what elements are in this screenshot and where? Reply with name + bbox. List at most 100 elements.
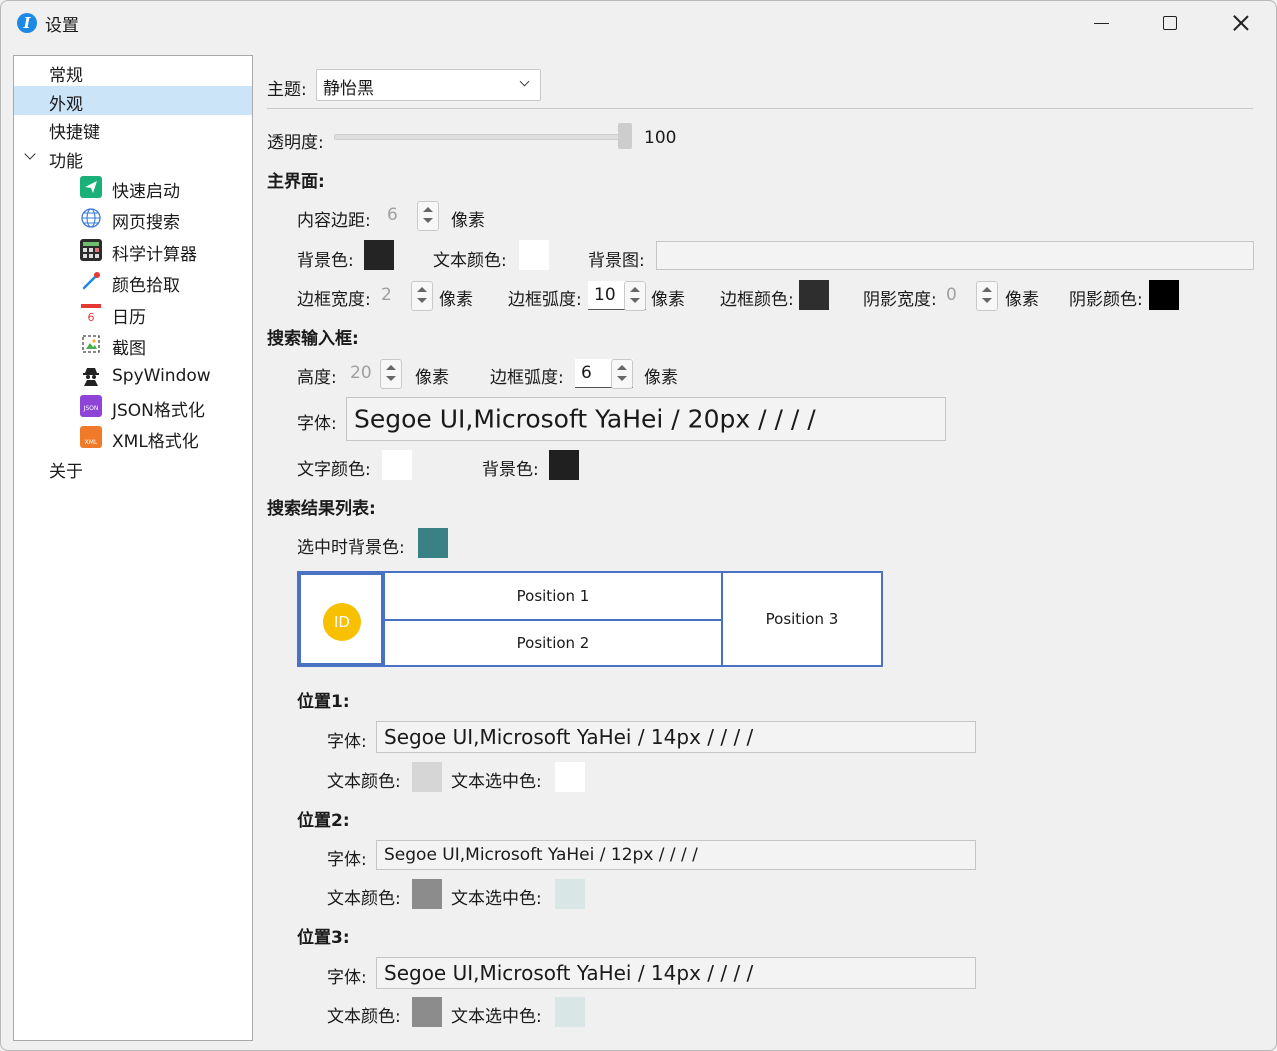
nav-item-calculator[interactable]: 科学计算器: [14, 236, 252, 265]
search-box-heading: 搜索输入框:: [267, 329, 359, 349]
chevron-down-icon[interactable]: [24, 148, 36, 160]
spin-buttons[interactable]: [611, 359, 633, 389]
nav-item-shortcuts[interactable]: 快捷键: [14, 114, 252, 143]
padding-label: 内容边距:: [297, 211, 371, 231]
position3-text-color-label: 文本颜色:: [327, 1007, 401, 1027]
opacity-slider-thumb[interactable]: [618, 123, 632, 149]
border-color-swatch[interactable]: [799, 280, 829, 310]
spin-buttons[interactable]: [624, 281, 646, 311]
spin-up-icon[interactable]: [417, 287, 427, 292]
selected-bg-swatch[interactable]: [418, 528, 448, 558]
preview-id-badge: ID: [323, 603, 361, 641]
nav-item-calendar[interactable]: 6 日历: [14, 299, 252, 328]
position2-font-value: Segoe UI,Microsoft YaHei / 12px / / / /: [384, 845, 698, 865]
minimize-button[interactable]: [1066, 1, 1136, 45]
nav-item-label: 外观: [49, 95, 83, 115]
search-radius-spinbox[interactable]: 6: [575, 359, 633, 389]
position1-heading: 位置1:: [297, 692, 350, 712]
position1-text-color-swatch[interactable]: [412, 762, 442, 792]
app-logo-icon: I: [17, 13, 37, 33]
position2-font-field[interactable]: Segoe UI,Microsoft YaHei / 12px / / / /: [376, 840, 976, 870]
theme-select[interactable]: 静怡黑: [316, 69, 541, 101]
main-bg-color-swatch[interactable]: [364, 240, 394, 270]
border-radius-unit: 像素: [651, 290, 685, 310]
spin-down-icon[interactable]: [982, 298, 992, 303]
nav-item-label: 关于: [49, 462, 83, 482]
minimize-icon: [1094, 23, 1109, 24]
spin-down-icon[interactable]: [423, 218, 433, 223]
border-width-spinbox[interactable]: 2: [375, 281, 433, 311]
nav-item-label: 截图: [112, 339, 146, 359]
search-radius-label: 边框弧度:: [490, 368, 564, 388]
border-color-label: 边框颜色:: [720, 290, 794, 310]
nav-item-about[interactable]: 关于: [14, 453, 252, 482]
border-radius-spinbox[interactable]: 10: [588, 281, 646, 311]
nav-item-quick-launch[interactable]: 快速启动: [14, 173, 252, 202]
nav-item-json-formatter[interactable]: JSON JSON格式化: [14, 392, 252, 421]
spin-up-icon[interactable]: [617, 365, 627, 370]
nav-item-general[interactable]: 常规: [14, 57, 252, 86]
maximize-button[interactable]: [1135, 1, 1205, 45]
search-text-color-label: 文字颜色:: [297, 460, 371, 480]
spin-down-icon[interactable]: [630, 298, 640, 303]
spin-up-icon[interactable]: [630, 287, 640, 292]
nav-item-spywindow[interactable]: SpyWindow: [14, 362, 252, 391]
main-text-color-swatch[interactable]: [519, 240, 549, 270]
spin-down-icon[interactable]: [386, 376, 396, 381]
nav-item-color-picker[interactable]: 颜色拾取: [14, 267, 252, 296]
position1-font-field[interactable]: Segoe UI,Microsoft YaHei / 14px / / / /: [376, 721, 976, 753]
close-button[interactable]: [1205, 1, 1275, 45]
maximize-icon: [1163, 16, 1177, 30]
spin-up-icon[interactable]: [982, 287, 992, 292]
spin-up-icon[interactable]: [386, 365, 396, 370]
border-width-label: 边框宽度:: [297, 290, 371, 310]
nav-item-label: 常规: [49, 66, 83, 86]
preview-position1-cell[interactable]: Position 1: [383, 571, 723, 621]
settings-nav-tree: 常规 外观 快捷键 功能 快速启动 网页搜索 科学计算器 颜色拾取 6 日历 截…: [13, 55, 253, 1041]
position1-text-color-label: 文本颜色:: [327, 772, 401, 792]
spin-buttons[interactable]: [411, 281, 433, 311]
preview-id-cell[interactable]: ID: [297, 571, 385, 667]
window-title: 设置: [45, 16, 79, 36]
nav-item-web-search[interactable]: 网页搜索: [14, 204, 252, 233]
search-height-value: 20: [350, 363, 372, 383]
position2-font-label: 字体:: [327, 850, 367, 870]
spin-down-icon[interactable]: [617, 376, 627, 381]
spy-icon: [80, 365, 102, 387]
nav-item-appearance[interactable]: 外观: [14, 86, 252, 115]
preview-position2-cell[interactable]: Position 2: [383, 619, 723, 667]
bg-image-input[interactable]: [656, 241, 1254, 270]
shadow-color-swatch[interactable]: [1149, 280, 1179, 310]
position3-font-field[interactable]: Segoe UI,Microsoft YaHei / 14px / / / /: [376, 957, 976, 989]
nav-item-xml-formatter[interactable]: XML XML格式化: [14, 423, 252, 452]
opacity-slider-track[interactable]: [334, 134, 632, 140]
preview-position3-cell[interactable]: Position 3: [721, 571, 883, 667]
search-font-field[interactable]: Segoe UI,Microsoft YaHei / 20px / / / /: [346, 397, 946, 441]
nav-item-label: 科学计算器: [112, 245, 197, 265]
search-height-spinbox[interactable]: 20: [344, 359, 402, 389]
spin-buttons[interactable]: [380, 359, 402, 389]
position3-selected-color-label: 文本选中色:: [451, 1007, 542, 1027]
paper-plane-icon: [80, 176, 102, 198]
position2-selected-color-swatch[interactable]: [555, 879, 585, 909]
padding-spinbox[interactable]: 6: [381, 201, 439, 231]
position3-font-value: Segoe UI,Microsoft YaHei / 14px / / / /: [384, 961, 754, 985]
nav-item-features[interactable]: 功能: [14, 143, 252, 172]
spin-up-icon[interactable]: [423, 207, 433, 212]
search-text-color-swatch[interactable]: [382, 450, 412, 480]
shadow-width-spinbox[interactable]: 0: [940, 281, 998, 311]
nav-item-screenshot[interactable]: 截图: [14, 330, 252, 359]
main-ui-heading: 主界面:: [267, 172, 325, 192]
xml-file-icon: XML: [80, 426, 102, 448]
position1-selected-color-swatch[interactable]: [555, 762, 585, 792]
spin-down-icon[interactable]: [417, 298, 427, 303]
spin-buttons[interactable]: [976, 281, 998, 311]
result-list-heading: 搜索结果列表:: [267, 499, 376, 519]
position2-text-color-swatch[interactable]: [412, 879, 442, 909]
position3-text-color-swatch[interactable]: [412, 997, 442, 1027]
search-bg-color-swatch[interactable]: [549, 450, 579, 480]
position3-selected-color-swatch[interactable]: [555, 997, 585, 1027]
spin-buttons[interactable]: [417, 201, 439, 231]
position1-font-label: 字体:: [327, 732, 367, 752]
svg-text:6: 6: [88, 311, 95, 324]
